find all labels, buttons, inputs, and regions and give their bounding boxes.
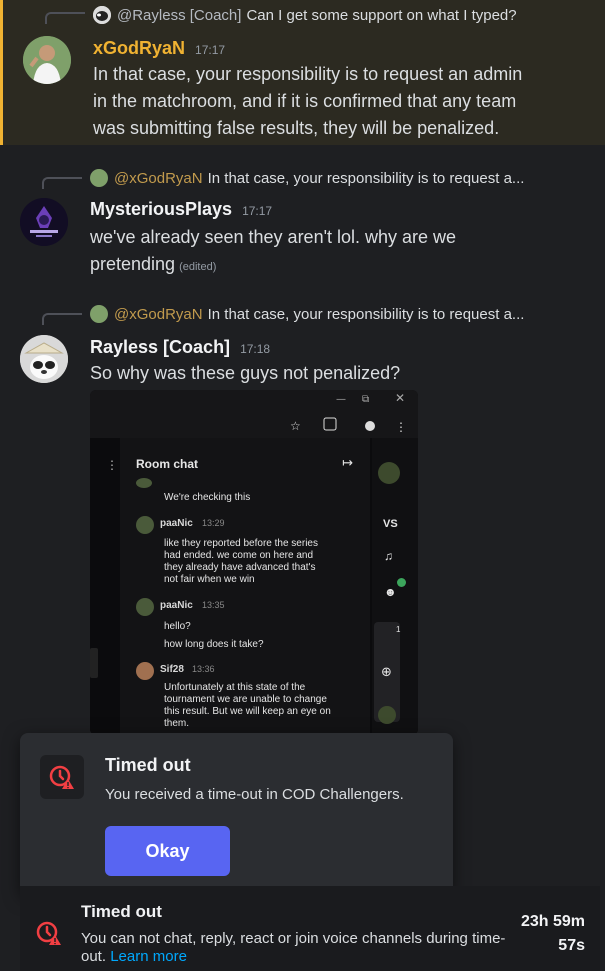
reply-author[interactable]: @xGodRyaN	[114, 306, 203, 323]
message-content: In that case, your responsibility is to …	[93, 61, 522, 142]
chat-line: had ended. we come on here and	[164, 550, 313, 561]
plus-icon: ⊕	[381, 664, 392, 679]
svg-text:⋮: ⋮	[395, 420, 407, 434]
message-line: in the matchroom, and if it is confirmed…	[93, 91, 517, 111]
learn-more-link[interactable]: Learn more	[110, 948, 187, 965]
chat-time: 13:35	[202, 600, 225, 610]
chat-author: paaNic	[160, 600, 193, 611]
timeout-description: You can not chat, reply, react or join v…	[81, 930, 521, 966]
modal-title: Timed out	[105, 755, 191, 775]
modal-body: You received a time-out in COD Challenge…	[105, 786, 404, 803]
message-line: In that case, your responsibility is to …	[93, 64, 523, 84]
message-content: we've already seen they aren't lol. why …	[90, 224, 456, 281]
chat-author: Sif28	[160, 664, 184, 675]
chat-line: how long does it take?	[164, 639, 264, 650]
reply-avatar	[90, 169, 108, 187]
vs-label: VS	[383, 518, 398, 530]
okay-button[interactable]: Okay	[105, 826, 230, 876]
message-author[interactable]: xGodRyaN	[93, 38, 185, 59]
side-badge: 1	[396, 625, 401, 634]
message-highlighted: @Rayless [Coach] Can I get some support …	[0, 0, 605, 145]
close-panel-icon: ↦	[342, 455, 353, 470]
chat-msg: hello? how long does it take?	[164, 618, 264, 654]
reply-avatar	[93, 6, 111, 24]
chat-line: hello?	[164, 621, 191, 632]
chat-line: this result. But we will keep an eye on	[164, 706, 331, 717]
reply-avatar	[90, 305, 108, 323]
message-author[interactable]: MysteriousPlays	[90, 199, 232, 220]
timer-line: 23h 59m	[520, 913, 585, 930]
message-line: we've already seen they aren't lol. why …	[90, 227, 457, 247]
avatar[interactable]	[20, 198, 68, 246]
reply-preview[interactable]: @xGodRyaN In that case, your responsibil…	[90, 169, 595, 187]
message-line: was submitting false results, they will …	[93, 118, 500, 138]
room-chat-title: Room chat	[136, 457, 199, 471]
svg-text:✕: ✕	[395, 391, 405, 405]
svg-text:⧉: ⧉	[362, 394, 369, 405]
chat-line: they already have advanced that's	[164, 562, 316, 573]
timeout-timer: 23h 59m 57s	[521, 910, 585, 958]
timeout-notice-bar: Timed out You can not chat, reply, react…	[20, 886, 600, 971]
avatar[interactable]	[20, 335, 68, 383]
message-author[interactable]: Rayless [Coach]	[90, 337, 230, 358]
svg-text:☆: ☆	[290, 419, 301, 433]
message-line: So why was these guys not penalized?	[90, 363, 401, 383]
chat-msg: Unfortunately at this state of the tourn…	[164, 682, 331, 730]
reply-author[interactable]: @Rayless [Coach]	[117, 7, 241, 24]
message: @xGodRyaN In that case, your responsibil…	[0, 165, 605, 285]
reply-text: Can I get some support on what I typed?	[246, 6, 517, 24]
message-content: So why was these guys not penalized?	[90, 360, 400, 387]
reply-connector	[42, 313, 82, 325]
chat-line: not fair when we win	[164, 574, 255, 585]
browser-toolbar: — ⧉ ✕ ☆ ⋮	[90, 390, 418, 438]
chat-line: like they reported before the series	[164, 538, 318, 549]
timer-line: 57s	[558, 937, 585, 954]
chat-line: them.	[164, 718, 190, 729]
users-icon: ☻	[384, 585, 397, 599]
edited-label: (edited)	[179, 261, 217, 273]
clock-alert-icon	[40, 755, 84, 799]
chat-line: tournament we are unable to change	[164, 694, 327, 705]
chat-time: 13:36	[192, 664, 215, 674]
chat-msg: like they reported before the series had…	[164, 538, 318, 586]
image-attachment[interactable]: — ⧉ ✕ ☆ ⋮ ⋮ Room chat ↦ VS ♫ ☻ 1 ⊕ We're…	[90, 390, 418, 735]
svg-text:—: —	[336, 394, 346, 405]
reply-text: In that case, your responsibility is to …	[207, 305, 525, 323]
reply-text: In that case, your responsibility is to …	[207, 169, 525, 187]
timeout-modal: Timed out You received a time-out in COD…	[20, 733, 453, 895]
chat-author: paaNic	[160, 518, 193, 529]
chat-msg: We're checking this	[164, 492, 251, 503]
clock-alert-icon	[36, 920, 62, 951]
message-line: pretending (edited)	[90, 251, 456, 281]
bell-icon: ♫	[384, 549, 393, 563]
message-line-text: pretending	[90, 254, 176, 274]
reply-preview[interactable]: @Rayless [Coach] Can I get some support …	[93, 6, 598, 24]
reply-preview[interactable]: @xGodRyaN In that case, your responsibil…	[90, 305, 595, 323]
message-timestamp: 17:17	[195, 43, 226, 57]
reply-author[interactable]: @xGodRyaN	[114, 170, 203, 187]
reply-connector	[42, 177, 82, 189]
message-timestamp: 17:18	[240, 342, 271, 356]
chat-line: Unfortunately at this state of the	[164, 682, 306, 693]
message-timestamp: 17:17	[242, 204, 273, 218]
avatar[interactable]	[23, 36, 71, 84]
chat-time: 13:29	[202, 518, 225, 528]
reply-connector	[45, 12, 85, 24]
timeout-title: Timed out	[81, 902, 162, 921]
